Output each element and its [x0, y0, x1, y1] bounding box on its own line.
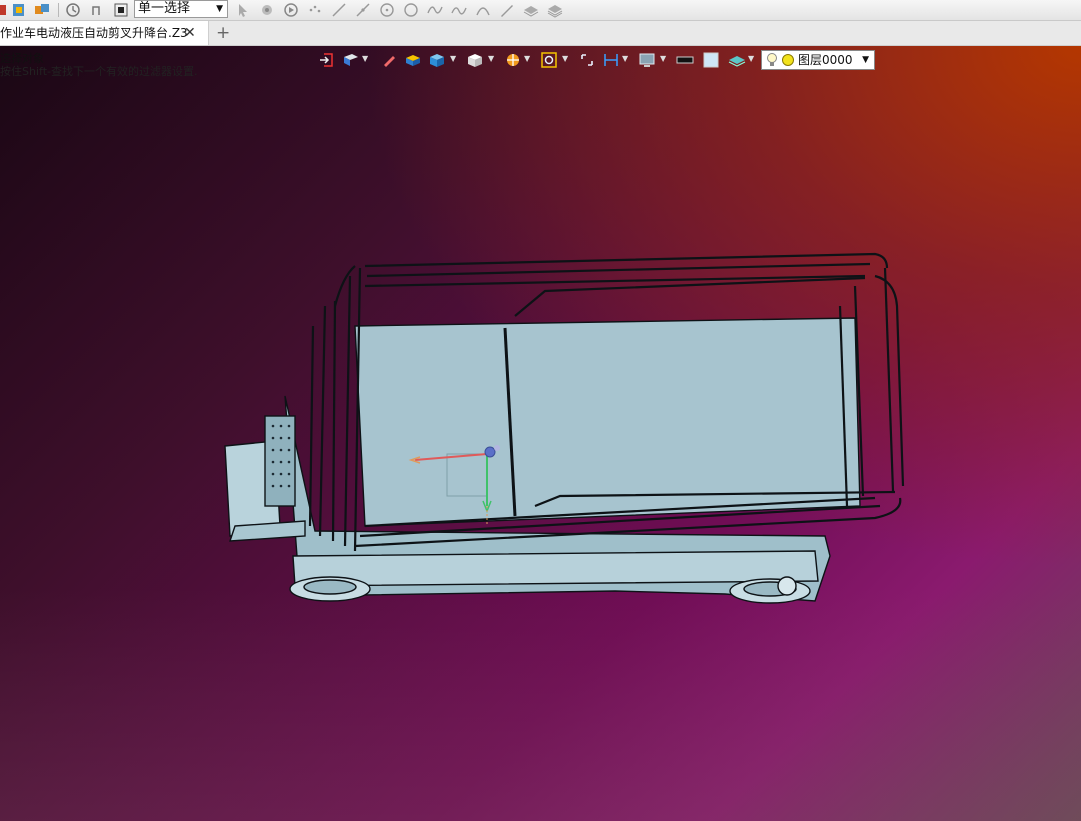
chevron-down-icon[interactable]: ▼ — [622, 54, 628, 63]
chevron-down-icon[interactable]: ▼ — [362, 54, 368, 63]
bulb-icon — [766, 52, 778, 73]
face-color-icon[interactable] — [702, 51, 720, 69]
layer-name: 图层0000 — [798, 53, 853, 67]
close-icon[interactable]: ✕ — [184, 21, 196, 45]
history-icon[interactable] — [64, 1, 82, 19]
new-tab-button[interactable]: + — [216, 21, 230, 45]
line-color-icon[interactable] — [676, 51, 694, 69]
circle-center-icon[interactable] — [378, 1, 396, 19]
pick-arrow-icon[interactable] — [234, 1, 252, 19]
stop-icon[interactable] — [112, 1, 130, 19]
curve-icon[interactable] — [450, 1, 468, 19]
display-settings-icon[interactable] — [638, 51, 656, 69]
lift-cylinder-cap — [777, 576, 797, 596]
chevron-down-icon: ▼ — [862, 55, 869, 65]
chevron-down-icon[interactable]: ▼ — [450, 54, 456, 63]
play-icon[interactable] — [282, 1, 300, 19]
line-tangent-icon[interactable] — [354, 1, 372, 19]
shaded-box-icon[interactable] — [404, 51, 422, 69]
assembly-icon[interactable] — [33, 1, 51, 19]
cad-model-lift-platform[interactable] — [215, 206, 915, 606]
zoom-fit-icon[interactable] — [540, 51, 558, 69]
toolbar-separator — [58, 3, 59, 17]
chevron-down-icon[interactable]: ▼ — [562, 54, 568, 63]
layer-stack-icon[interactable] — [522, 1, 540, 19]
point-icon[interactable] — [306, 1, 324, 19]
base-skirt — [292, 550, 819, 587]
layer-stack2-icon[interactable] — [546, 1, 564, 19]
document-tab-strip: 作业车电动液压自动剪叉升降台.Z3 ✕ + — [0, 21, 1081, 46]
layer-dropdown[interactable]: 图层0000 ▼ — [761, 50, 875, 70]
solid-cube-icon[interactable] — [428, 51, 446, 69]
render-mode-icon[interactable] — [342, 51, 360, 69]
part-icon[interactable] — [10, 1, 28, 19]
wheel-front-inner — [303, 579, 357, 595]
chevron-down-icon[interactable]: ▼ — [524, 54, 530, 63]
guardrail-top — [333, 252, 889, 317]
3d-viewport[interactable]: 选择对象 按住Shift-查找下一个有效的过滤器设置. ▼ ▼ ▼ ▼ ▼ ▼ … — [0, 46, 1081, 821]
section-view-icon[interactable] — [504, 51, 522, 69]
measure-icon[interactable] — [602, 51, 620, 69]
selection-filter-dropdown[interactable]: 单一选择 ▼ — [134, 0, 228, 18]
view-cube-icon[interactable] — [466, 51, 484, 69]
chevron-down-icon[interactable]: ▼ — [660, 54, 666, 63]
highlight-pen-icon[interactable] — [380, 51, 398, 69]
undo-history-icon[interactable] — [88, 1, 106, 19]
exit-view-icon[interactable] — [318, 51, 336, 69]
arc-icon[interactable] — [474, 1, 492, 19]
main-toolbar: 单一选择 ▼ — [0, 0, 1081, 21]
layer-color-icon — [782, 54, 794, 66]
pick-multi-icon[interactable] — [258, 1, 276, 19]
vent-grille — [264, 415, 296, 507]
spline-icon[interactable] — [426, 1, 444, 19]
document-tab[interactable]: 作业车电动液压自动剪叉升降台.Z3 ✕ — [0, 21, 209, 45]
document-tab-title: 作业车电动液压自动剪叉升降台.Z3 — [0, 26, 188, 40]
view-align-icon[interactable] — [578, 51, 596, 69]
circle-icon[interactable] — [402, 1, 420, 19]
layer-manager-icon[interactable] — [728, 51, 746, 69]
prompt-line-2: 按住Shift-查找下一个有效的过滤器设置. — [0, 65, 198, 78]
view-toolbar: ▼ ▼ ▼ ▼ ▼ ▼ ▼ ▼ 图层0000 ▼ — [318, 50, 878, 70]
prompt-line-1: 选择对象 — [0, 52, 44, 65]
guardrail-front — [308, 267, 362, 552]
prompt-hint: 选择对象 按住Shift-查找下一个有效的过滤器设置. — [0, 52, 197, 78]
chevron-down-icon[interactable]: ▼ — [488, 54, 494, 63]
line-icon[interactable] — [330, 1, 348, 19]
selection-filter-value: 单一选择 — [138, 1, 191, 16]
chevron-down-icon[interactable]: ▼ — [748, 54, 754, 63]
pen-icon[interactable] — [498, 1, 516, 19]
chevron-down-icon: ▼ — [216, 4, 223, 14]
